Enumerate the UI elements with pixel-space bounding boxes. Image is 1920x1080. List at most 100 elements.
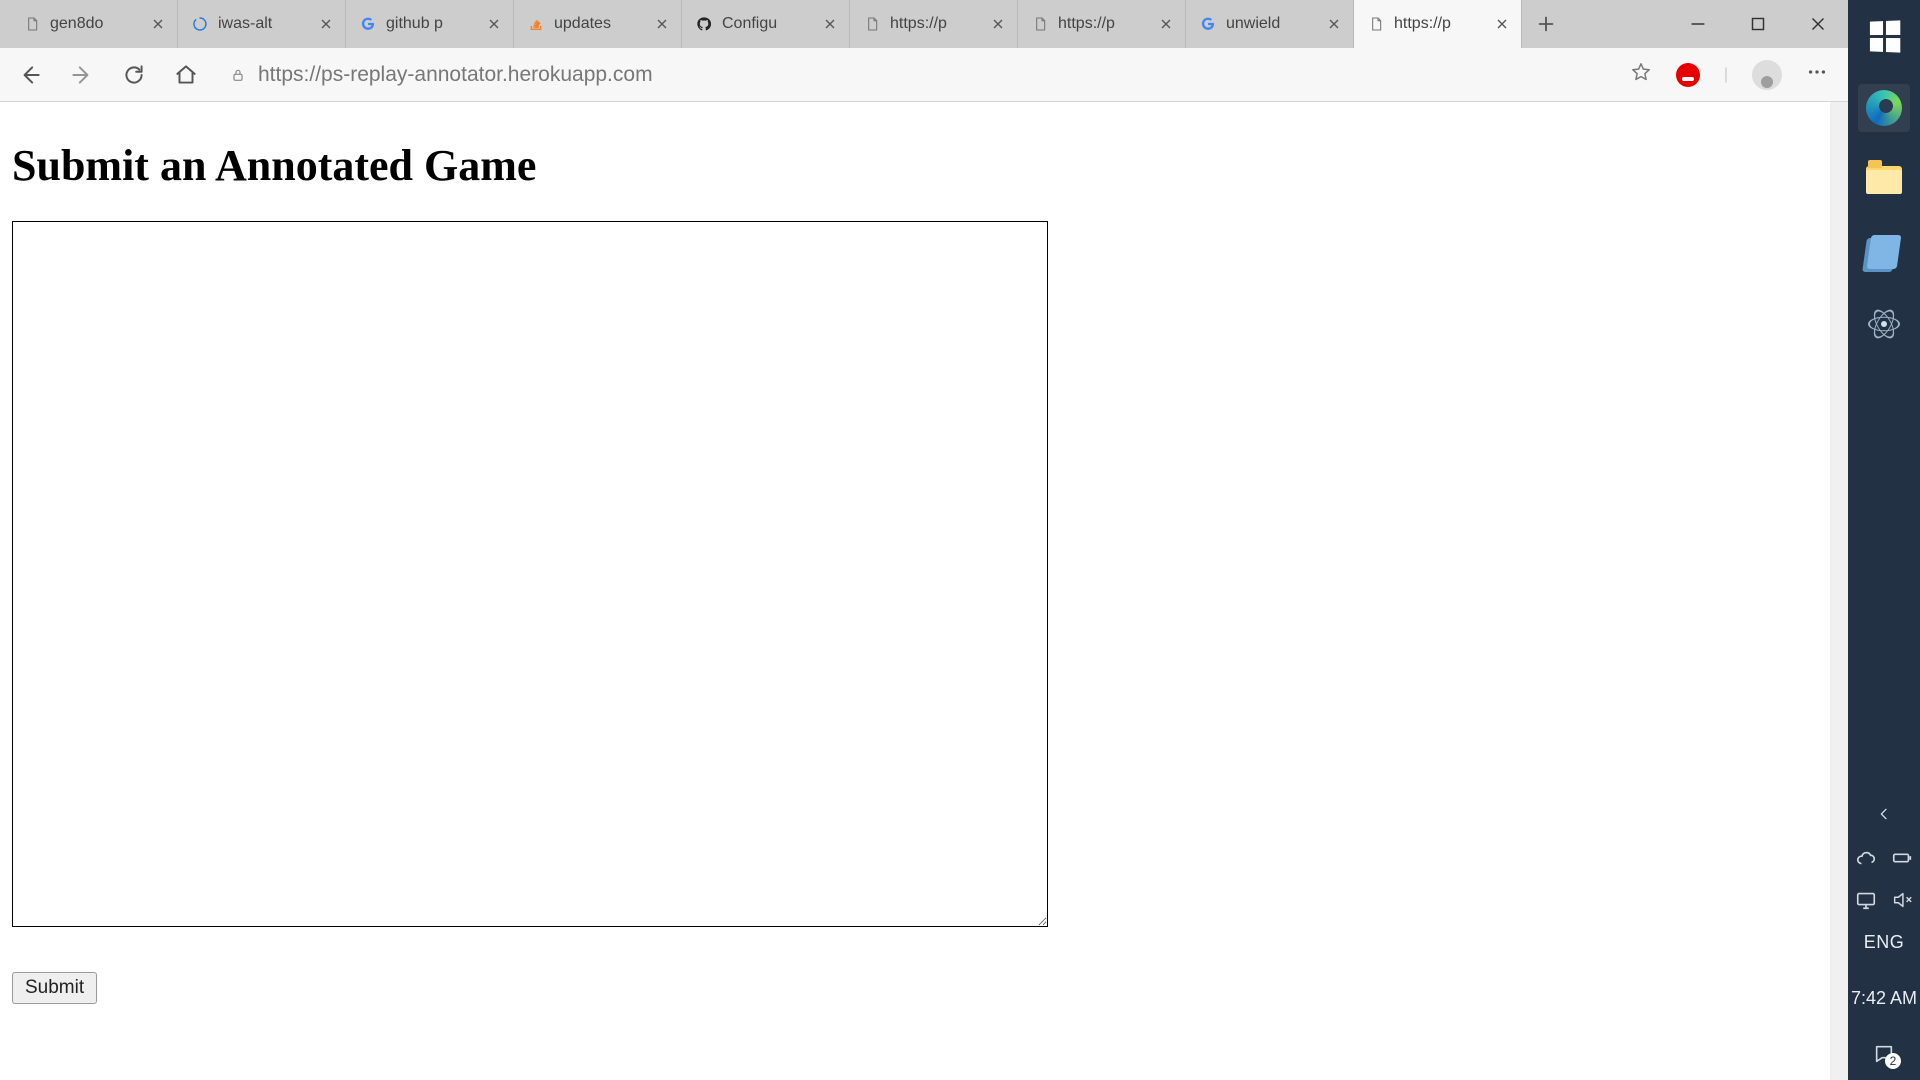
tab[interactable]: https://p: [1354, 0, 1522, 48]
minimize-button[interactable]: [1668, 0, 1728, 48]
tab[interactable]: github p: [346, 0, 514, 48]
menu-button[interactable]: [1806, 61, 1828, 89]
close-window-button[interactable]: [1788, 0, 1848, 48]
tab-close-button[interactable]: [821, 15, 839, 33]
tab[interactable]: https://p: [850, 0, 1018, 48]
refresh-button[interactable]: [116, 57, 152, 93]
tab-favicon-icon: [526, 14, 546, 34]
plus-icon: [1535, 13, 1557, 35]
tab[interactable]: updates: [514, 0, 682, 48]
more-icon: [1806, 61, 1828, 83]
close-icon: [990, 16, 1006, 32]
tab-favicon-icon: [694, 14, 714, 34]
vertical-scrollbar[interactable]: [1830, 102, 1848, 1080]
close-icon: [1326, 16, 1342, 32]
tab[interactable]: unwield: [1186, 0, 1354, 48]
language-indicator[interactable]: ENG: [1864, 932, 1905, 953]
adblock-button[interactable]: [1676, 63, 1700, 87]
tab-close-button[interactable]: [1157, 15, 1175, 33]
page-content: Submit an Annotated Game Submit: [0, 102, 1848, 1018]
close-icon: [654, 16, 670, 32]
tab-close-button[interactable]: [1325, 15, 1343, 33]
tab-favicon-icon: [22, 14, 42, 34]
tab-close-button[interactable]: [1493, 15, 1511, 33]
taskbar-app-explorer[interactable]: [1856, 154, 1912, 206]
tab-title: https://p: [890, 15, 981, 33]
tab-close-button[interactable]: [653, 15, 671, 33]
page-heading: Submit an Annotated Game: [12, 140, 1836, 191]
new-tab-button[interactable]: [1522, 0, 1570, 48]
tab-title: github p: [386, 15, 477, 33]
tab-close-button[interactable]: [485, 15, 503, 33]
tab-close-button[interactable]: [149, 15, 167, 33]
address-text: https://ps-replay-annotator.herokuapp.co…: [258, 63, 1606, 87]
arrow-right-icon: [69, 62, 95, 88]
taskbar-app-edge[interactable]: [1856, 82, 1912, 134]
action-center-button[interactable]: 2: [1873, 1043, 1895, 1065]
cloud-icon: [1855, 847, 1877, 869]
tabstrip-spacer: [1570, 0, 1668, 48]
tab[interactable]: gen8do: [10, 0, 178, 48]
volume-tray-icon[interactable]: [1891, 889, 1913, 911]
taskbar: ENG 7:42 AM 2: [1848, 0, 1920, 1080]
tab-title: unwield: [1226, 15, 1317, 33]
windows-logo-icon: [1869, 20, 1899, 52]
tab[interactable]: https://p: [1018, 0, 1186, 48]
browser-window: gen8do iwas-alt github p updates Configu http…: [0, 0, 1848, 1080]
tab-title: https://p: [1058, 15, 1149, 33]
tab[interactable]: Configu: [682, 0, 850, 48]
tab-favicon-icon: [1030, 14, 1050, 34]
tab-close-button[interactable]: [317, 15, 335, 33]
tab-title: iwas-alt: [218, 15, 309, 33]
forward-button[interactable]: [64, 57, 100, 93]
start-button[interactable]: [1856, 10, 1912, 62]
close-icon: [318, 16, 334, 32]
address-field[interactable]: https://ps-replay-annotator.herokuapp.co…: [220, 56, 1614, 94]
tab[interactable]: iwas-alt: [178, 0, 346, 48]
folder-icon: [1866, 166, 1902, 194]
atom-icon: [1868, 308, 1900, 340]
star-icon: [1630, 61, 1652, 83]
maximize-button[interactable]: [1728, 0, 1788, 48]
home-button[interactable]: [168, 57, 204, 93]
battery-icon: [1891, 847, 1913, 869]
window-controls: [1668, 0, 1848, 48]
tab-title: gen8do: [50, 15, 141, 33]
battery-tray-icon[interactable]: [1891, 847, 1913, 869]
edge-icon: [1866, 90, 1902, 126]
address-bar: https://ps-replay-annotator.herokuapp.co…: [0, 48, 1848, 102]
favorite-button[interactable]: [1630, 61, 1652, 88]
speaker-mute-icon: [1891, 889, 1913, 911]
clock[interactable]: 7:42 AM: [1851, 988, 1917, 1009]
tab-favicon-icon: [358, 14, 378, 34]
tab-favicon-icon: [862, 14, 882, 34]
notes-icon: [1867, 235, 1902, 269]
tab-favicon-icon: [1366, 14, 1386, 34]
tab-title: Configu: [722, 15, 813, 33]
taskbar-app-notes[interactable]: [1856, 226, 1912, 278]
close-icon: [1807, 13, 1829, 35]
profile-button[interactable]: [1752, 60, 1782, 90]
tab-title: updates: [554, 15, 645, 33]
minimize-icon: [1687, 13, 1709, 35]
refresh-icon: [121, 62, 147, 88]
close-icon: [822, 16, 838, 32]
annotation-textarea[interactable]: [12, 221, 1048, 927]
home-icon: [173, 62, 199, 88]
close-icon: [1494, 16, 1510, 32]
tray-expand-button[interactable]: [1848, 800, 1920, 832]
tab-favicon-icon: [1198, 14, 1218, 34]
tab-title: https://p: [1394, 15, 1485, 33]
onedrive-tray-icon[interactable]: [1855, 847, 1877, 869]
submit-button[interactable]: Submit: [12, 972, 97, 1004]
close-icon: [486, 16, 502, 32]
taskbar-app-atom[interactable]: [1856, 298, 1912, 350]
display-tray-icon[interactable]: [1855, 889, 1877, 911]
tab-favicon-icon: [190, 14, 210, 34]
lock-icon: [228, 65, 248, 85]
monitor-icon: [1855, 889, 1877, 911]
back-button[interactable]: [12, 57, 48, 93]
tab-close-button[interactable]: [989, 15, 1007, 33]
close-icon: [1158, 16, 1174, 32]
tabstrip: gen8do iwas-alt github p updates Configu http…: [0, 0, 1848, 48]
